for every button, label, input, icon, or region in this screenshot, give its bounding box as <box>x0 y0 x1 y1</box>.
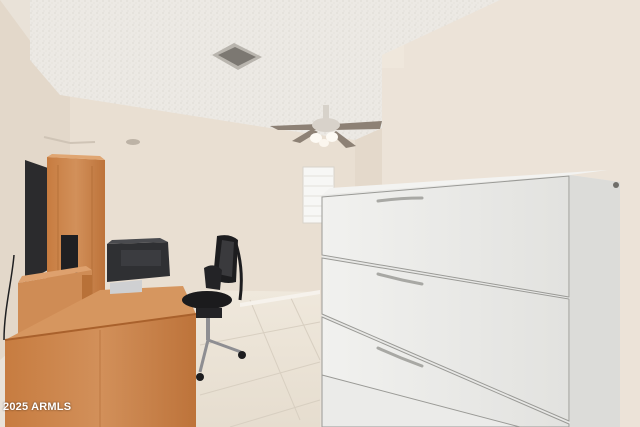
filing-cabinet <box>321 170 620 427</box>
wall-tv <box>25 160 48 282</box>
room-illustration <box>0 0 640 427</box>
watermark-text: 2025 ARMLS <box>3 401 72 413</box>
room-photo: 2025 ARMLS <box>0 0 640 427</box>
speaker <box>61 235 78 273</box>
